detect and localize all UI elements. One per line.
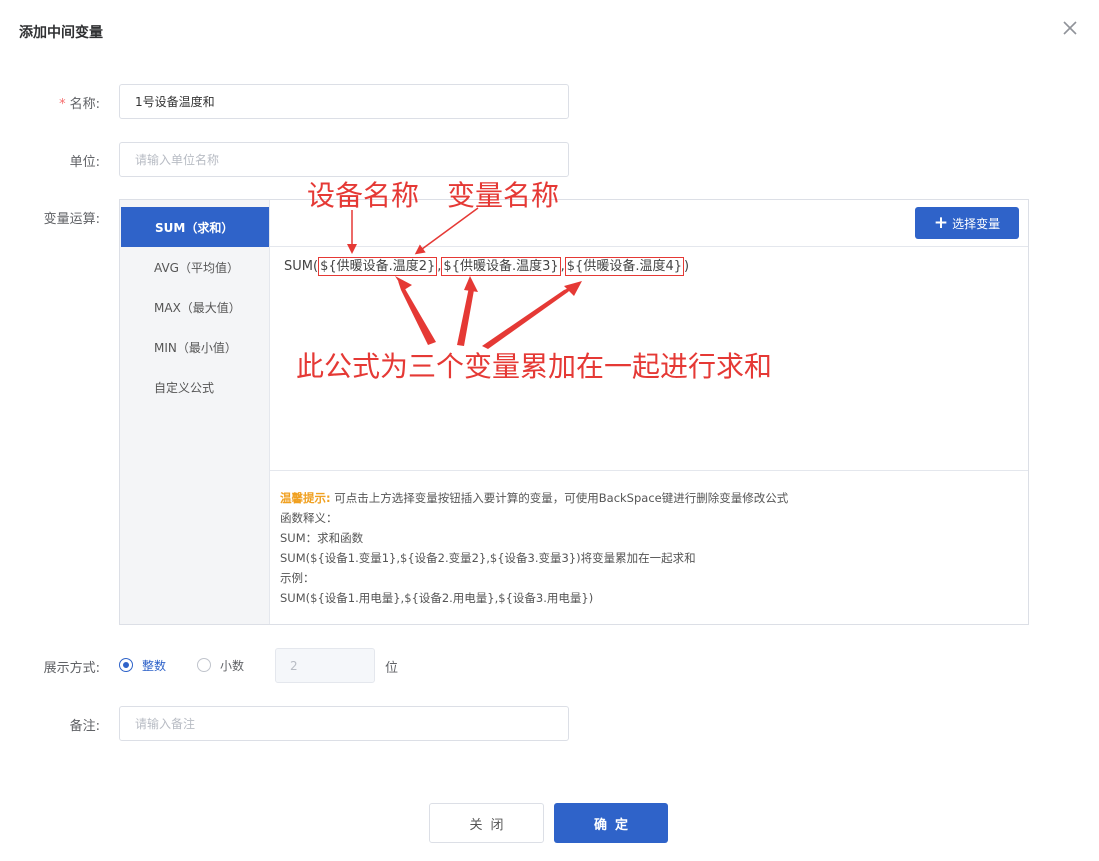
confirm-button[interactable]: 确定 [554,803,668,843]
name-label-text: 名称: [69,97,100,112]
hint-line: 函数释义： [280,511,338,525]
radio-decimal-label[interactable]: 小数 [220,657,244,674]
display-label: 展示方式: [43,661,100,676]
op-item-avg[interactable]: AVG（平均值） [120,247,269,287]
operation-panel: SUM（求和） AVG（平均值） MAX（最大值） MIN（最小值） 自定义公式… [119,199,1029,625]
annotation-variable-name: 变量名称 [447,179,560,212]
unit-label: 单位: [69,155,100,170]
remark-input[interactable]: 请输入备注 [119,706,569,741]
hint-row: 温馨提示: 可点击上方选择变量按钮插入要计算的变量，可使用BackSpace键进… [280,488,1018,508]
hint-line: 示例： [280,571,315,585]
formula-text: SUM(${供暖设备.温度2}, ${供暖设备.温度3}, ${供暖设备.温度4}) [284,255,690,276]
dialog-title: 添加中间变量 [19,25,103,41]
radio-decimal[interactable] [197,658,211,672]
remark-label: 备注: [69,719,100,734]
op-item-sum[interactable]: SUM（求和） [121,207,269,247]
op-item-custom[interactable]: 自定义公式 [120,367,269,407]
required-mark: * [59,97,66,112]
close-button[interactable]: 关闭 [429,803,544,843]
operation-label: 变量运算: [43,212,100,227]
hint-title: 温馨提示: [280,491,331,505]
name-input[interactable]: 1号设备温度和 [119,84,569,119]
hint-line: SUM(${设备1.变量1},${设备2.变量2},${设备3.变量3})将变量… [280,551,696,565]
select-variable-button[interactable]: + 选择变量 [915,207,1019,239]
select-variable-label: 选择变量 [952,216,1001,231]
operation-menu: SUM（求和） AVG（平均值） MAX（最大值） MIN（最小值） 自定义公式 [120,200,270,624]
hint-line: SUM(${设备1.用电量},${设备2.用电量},${设备3.用电量}) [280,591,594,605]
formula-var[interactable]: ${供暖设备.温度4} [564,257,684,276]
formula-suffix: ) [684,259,690,274]
close-icon[interactable] [1060,18,1080,38]
radio-integer-label[interactable]: 整数 [142,657,166,674]
hint-panel: 温馨提示: 可点击上方选择变量按钮插入要计算的变量，可使用BackSpace键进… [270,472,1028,624]
unit-input[interactable]: 请输入单位名称 [119,142,569,177]
radio-integer[interactable] [119,658,133,672]
annotation-explanation: 此公式为三个变量累加在一起进行求和 [296,350,773,383]
op-item-min[interactable]: MIN（最小值） [120,327,269,367]
decimal-unit-label: 位 [385,661,399,676]
hint-text: 可点击上方选择变量按钮插入要计算的变量，可使用BackSpace键进行删除变量修… [334,491,789,505]
formula-prefix: SUM( [284,259,319,274]
annotation-device-name: 设备名称 [307,179,420,212]
decimal-places-input[interactable]: 2 [275,648,375,683]
op-item-max[interactable]: MAX（最大值） [120,287,269,327]
hint-line: SUM：求和函数 [280,531,364,545]
plus-icon: + [933,212,949,233]
formula-var[interactable]: ${供暖设备.温度2} [318,257,438,276]
formula-var[interactable]: ${供暖设备.温度3} [441,257,561,276]
name-label: * 名称: [0,93,100,112]
